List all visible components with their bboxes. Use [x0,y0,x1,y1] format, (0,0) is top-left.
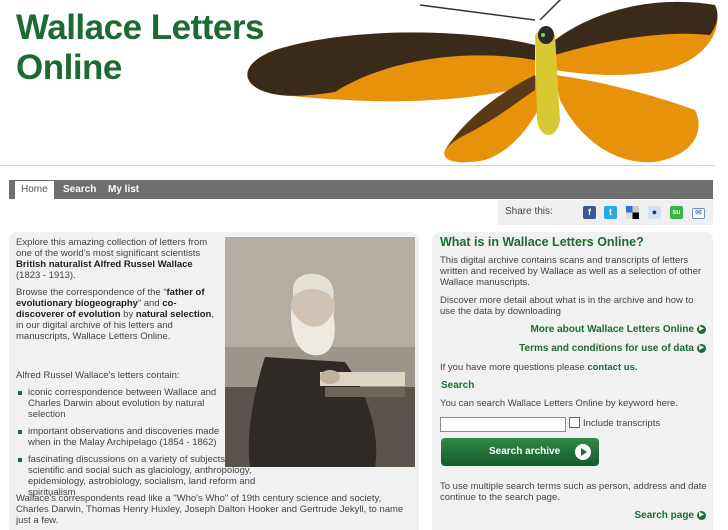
share-label: Share this: [505,206,553,217]
list-item: important observations and discoveries m… [16,426,221,448]
intro-p1-bold: British naturalist Alfred Russel Wallace [16,259,193,270]
butterfly-banner-image [247,0,718,163]
intro-p1-text: Explore this amazing collection of lette… [16,237,208,259]
delicious-icon[interactable] [626,206,639,219]
intro-paragraph-1: Explore this amazing collection of lette… [16,237,216,281]
search-page-link[interactable]: Search page ▶ [635,510,706,521]
terms-link[interactable]: Terms and conditions for use of data ▶ [519,343,706,354]
search-archive-button[interactable]: Search archive [441,438,599,466]
letters-contain-list: iconic correspondence between Wallace an… [16,387,255,498]
info-paragraph-2: Discover more detail about what is in th… [440,295,694,317]
intro-p2-a: Browse the correspondence of the “ [16,287,167,298]
arrow-right-icon: ▶ [697,324,706,334]
intro-p2-c: ” and [137,298,163,309]
info-title: What is in Wallace Letters Online? [440,235,644,249]
header-divider [0,165,715,166]
more-about-link-label: More about Wallace Letters Online [530,324,694,335]
search-archive-label: Search archive [489,446,561,457]
twitter-icon[interactable]: t [604,206,617,219]
correspondents-text: Wallace's correspondents read like a "Wh… [16,493,404,526]
reddit-icon[interactable]: ● [648,206,661,219]
arrow-right-icon: ▶ [697,343,706,353]
search-input[interactable] [440,417,566,432]
letters-contain-section: Alfred Russel Wallace's letters contain:… [16,370,255,504]
nav-home[interactable]: Home [15,181,54,199]
contact-text-pre: If you have more questions please [440,362,588,373]
intro-text: Explore this amazing collection of lette… [16,237,216,348]
wallace-portrait-photo [225,237,415,467]
email-icon[interactable]: ✉ [692,208,705,219]
main-nav: Home Search My list [9,180,713,199]
logo-line-1: Wallace Letters [16,8,264,47]
intro-p2-f: natural selection [135,309,212,320]
play-arrow-icon [575,444,591,460]
more-about-link[interactable]: More about Wallace Letters Online ▶ [530,324,706,335]
list-item: iconic correspondence between Wallace an… [16,387,221,420]
facebook-icon[interactable]: f [583,206,596,219]
share-bar: Share this: f t ● su ✉ [498,200,713,225]
search-heading: Search [441,380,475,391]
intro-p1-dates: (1823 - 1913). [16,270,76,281]
multiple-search-text: To use multiple search terms such as per… [440,481,707,503]
include-transcripts-checkbox[interactable] [569,417,580,428]
nav-search[interactable]: Search [57,180,102,199]
info-paragraph-1: This digital archive contains scans and … [440,255,702,288]
search-description: You can search Wallace Letters Online by… [440,398,678,409]
logo-line-2: Online [16,48,122,87]
include-transcripts-label: Include transcripts [583,418,661,429]
list-item: fascinating discussions on a variety of … [16,454,263,498]
contact-us-link[interactable]: contact us. [587,362,637,373]
letters-contain-label: Alfred Russel Wallace's letters contain: [16,370,180,381]
site-logo[interactable]: Wallace Letters Online [16,8,264,88]
intro-p2-e: by [120,309,136,320]
search-page-link-label: Search page [634,510,694,521]
nav-my-list[interactable]: My list [102,180,145,199]
arrow-right-icon: ▶ [697,510,706,520]
intro-paragraph-2: Browse the correspondence of the “father… [16,287,216,342]
stumbleupon-icon[interactable]: su [670,206,683,219]
site-header: Wallace Letters Online [0,0,728,170]
contact-text: If you have more questions please contac… [440,362,710,373]
terms-link-label: Terms and conditions for use of data [519,343,694,354]
